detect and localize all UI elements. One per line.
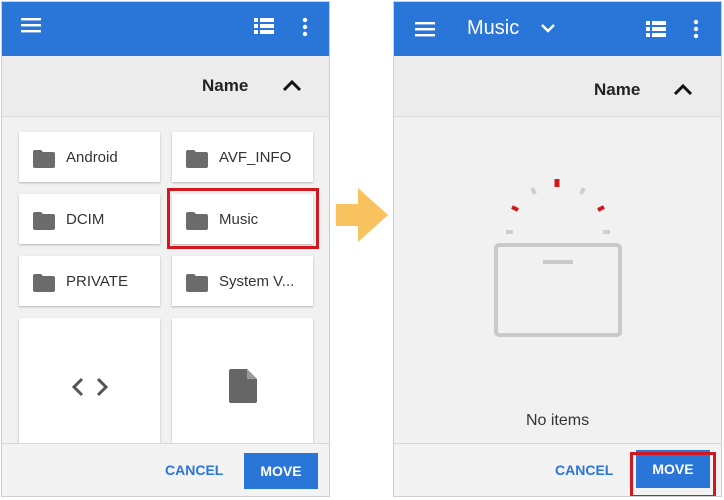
- dropdown-arrow-icon[interactable]: [541, 24, 555, 33]
- bottom-bar: CANCEL MOVE: [2, 443, 329, 496]
- list-view-icon[interactable]: [646, 21, 666, 37]
- folder-icon: [186, 274, 208, 292]
- folder-icon: [33, 212, 55, 230]
- sort-bar: Name: [394, 56, 721, 117]
- cancel-button[interactable]: CANCEL: [165, 462, 223, 478]
- cancel-button[interactable]: CANCEL: [555, 462, 613, 478]
- file-icon: [229, 369, 257, 403]
- sort-by-name[interactable]: Name: [202, 76, 248, 96]
- move-button[interactable]: MOVE: [244, 453, 318, 489]
- chevron-up-icon[interactable]: [673, 82, 693, 96]
- folder-icon: [186, 150, 208, 168]
- more-vert-icon[interactable]: [302, 17, 308, 37]
- highlight-move-button: [630, 452, 716, 496]
- menu-icon[interactable]: [415, 21, 435, 37]
- folder-label: AVF_INFO: [219, 149, 292, 166]
- sort-by-name[interactable]: Name: [594, 80, 640, 100]
- folder-label: System V...: [219, 273, 295, 290]
- empty-tray-icon: [494, 179, 622, 337]
- empty-state-text: No items: [525, 412, 590, 429]
- file-tile-document[interactable]: [172, 318, 313, 458]
- arrow-right-icon: [336, 188, 388, 242]
- folder-private[interactable]: PRIVATE: [19, 256, 160, 306]
- app-bar: Music: [394, 2, 721, 56]
- menu-icon[interactable]: [21, 17, 41, 33]
- folder-android[interactable]: Android: [19, 132, 160, 182]
- folder-system-volume[interactable]: System V...: [172, 256, 313, 306]
- folder-icon: [33, 150, 55, 168]
- folder-label: Android: [66, 149, 118, 166]
- highlight-music-folder: [167, 188, 319, 249]
- folder-label: DCIM: [66, 211, 105, 228]
- folder-dcim[interactable]: DCIM: [19, 194, 160, 244]
- list-view-icon[interactable]: [254, 18, 274, 34]
- folder-icon: [33, 274, 55, 292]
- right-screen: Music Name No items CANCEL MOVE: [393, 1, 722, 497]
- sort-bar: Name: [2, 56, 329, 117]
- file-tile-code[interactable]: [19, 318, 160, 458]
- chevron-up-icon[interactable]: [282, 78, 302, 92]
- current-folder-title[interactable]: Music: [467, 17, 519, 40]
- code-icon: [72, 377, 108, 397]
- folder-label: PRIVATE: [66, 273, 128, 290]
- folder-avf-info[interactable]: AVF_INFO: [172, 132, 313, 182]
- more-vert-icon[interactable]: [693, 19, 699, 39]
- left-screen: Name Android AVF_INFO DCIM Music PRIVATE…: [1, 1, 330, 497]
- app-bar: [2, 2, 329, 56]
